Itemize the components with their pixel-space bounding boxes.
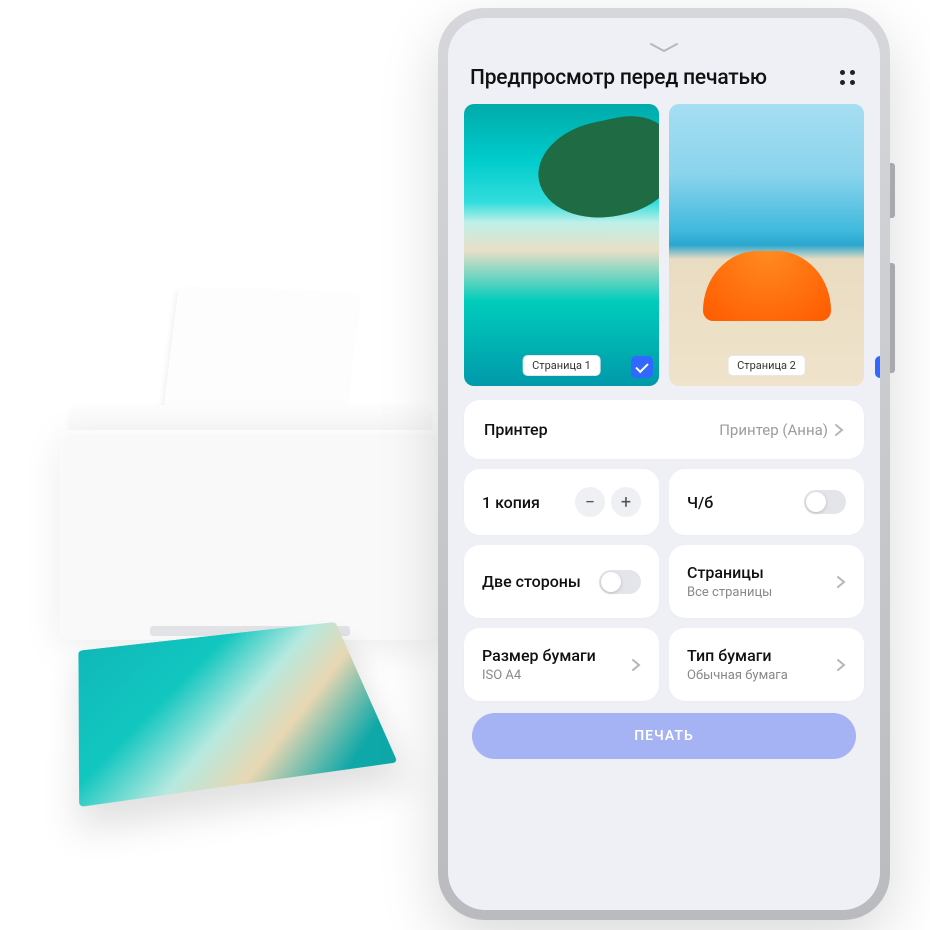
pages-label: Страницы: [687, 563, 772, 582]
pages-row[interactable]: Страницы Все страницы: [669, 545, 864, 618]
phone-screen: Предпросмотр перед печатью Страница 1 Ст…: [448, 18, 880, 910]
copies-minus-button[interactable]: −: [575, 487, 605, 517]
printer-value: Принтер (Анна): [719, 421, 828, 439]
paper-size-value: ISO A4: [482, 668, 596, 683]
printer-label: Принтер: [484, 420, 548, 439]
duplex-row: Две стороны: [464, 545, 659, 618]
page-label: Страница 1: [522, 355, 601, 376]
copies-row: 1 копия − +: [464, 469, 659, 535]
bw-toggle[interactable]: [804, 490, 846, 514]
next-thumbnail-peek: [875, 356, 880, 378]
paper-type-label: Тип бумаги: [687, 646, 788, 665]
phone-frame: Предпросмотр перед печатью Страница 1 Ст…: [438, 8, 890, 920]
paper-size-label: Размер бумаги: [482, 646, 596, 665]
chevron-right-icon: [836, 658, 846, 672]
page-title: Предпросмотр перед печатью: [470, 66, 767, 90]
paper-type-row[interactable]: Тип бумаги Обычная бумага: [669, 628, 864, 701]
menu-grid-icon[interactable]: [838, 68, 858, 88]
chevron-right-icon: [836, 575, 846, 589]
collapse-handle[interactable]: [448, 18, 880, 52]
bw-row: Ч/б: [669, 469, 864, 535]
print-button[interactable]: ПЕЧАТЬ: [472, 713, 856, 759]
duplex-label: Две стороны: [482, 572, 581, 591]
duplex-toggle[interactable]: [599, 570, 641, 594]
paper-size-row[interactable]: Размер бумаги ISO A4: [464, 628, 659, 701]
page-thumbnail-2[interactable]: Страница 2: [669, 104, 864, 386]
checkmark-icon[interactable]: [631, 356, 653, 378]
chevron-right-icon: [834, 423, 844, 437]
page-label: Страница 2: [727, 355, 806, 376]
copies-label: 1 копия: [482, 493, 540, 512]
page-thumbnails: Страница 1 Страница 2: [448, 100, 880, 386]
copies-plus-button[interactable]: +: [611, 487, 641, 517]
paper-type-value: Обычная бумага: [687, 668, 788, 683]
chevron-right-icon: [631, 658, 641, 672]
page-thumbnail-1[interactable]: Страница 1: [464, 104, 659, 386]
printer-row[interactable]: Принтер Принтер (Анна): [464, 400, 864, 459]
printer-illustration: [20, 230, 480, 750]
bw-label: Ч/б: [687, 493, 713, 512]
pages-value: Все страницы: [687, 585, 772, 600]
